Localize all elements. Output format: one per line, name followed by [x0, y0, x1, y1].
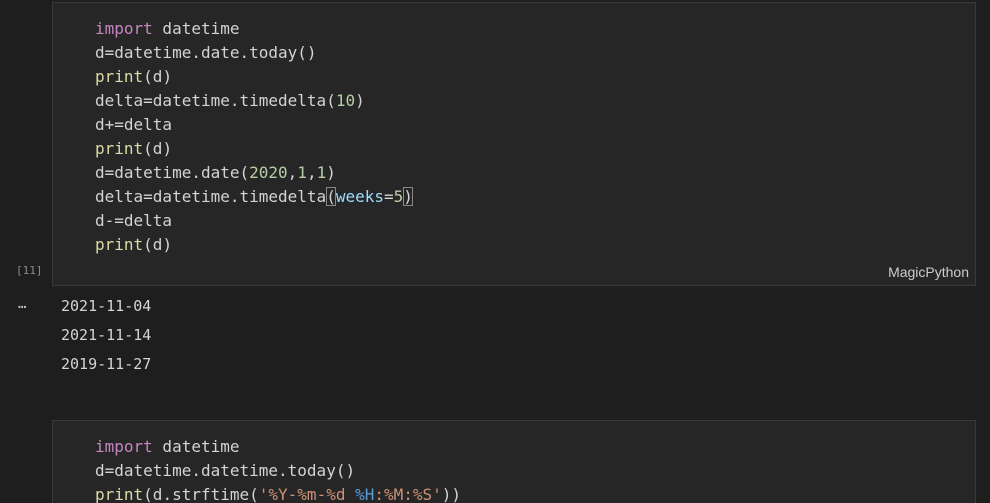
code-text: (d) [143, 235, 173, 254]
code-line-2[interactable]: d=datetime.datetime.today() [95, 459, 355, 483]
string-literal: :%M:%S' [374, 485, 442, 503]
code-line-9[interactable]: d-=delta [95, 209, 172, 233]
code-text: ) [355, 91, 365, 110]
code-text: datetime [152, 437, 240, 456]
keyword: import [95, 19, 153, 38]
code-line-4[interactable]: delta=datetime.timedelta(10) [95, 89, 365, 113]
parameter-name: weeks [335, 187, 384, 206]
number-literal: 5 [393, 187, 404, 206]
number-literal: 1 [297, 163, 307, 182]
execution-count: [11] [16, 264, 43, 277]
code-line-2[interactable]: d=datetime.date.today() [95, 41, 317, 65]
code-text: delta=datetime.timedelta [95, 187, 327, 206]
code-line-8[interactable]: delta=datetime.timedelta(weeks=5) [95, 185, 413, 209]
code-text: (d) [143, 67, 173, 86]
keyword: import [95, 437, 153, 456]
code-text: , [306, 163, 317, 182]
code-text: datetime [152, 19, 240, 38]
number-literal: 2020 [249, 163, 288, 182]
output-line: 2021-11-14 [61, 326, 152, 344]
code-line-5[interactable]: d+=delta [95, 113, 172, 137]
code-text: (d) [143, 139, 173, 158]
code-text: ) [326, 163, 336, 182]
number-literal: 10 [335, 91, 356, 110]
notebook: import datetime d=datetime.date.today() … [0, 0, 990, 503]
code-text: (d.strftime( [143, 485, 259, 503]
code-text: d=datetime.datetime.today() [95, 461, 356, 480]
function-name: print [95, 139, 144, 158]
code-cell-2[interactable]: import datetime d=datetime.datetime.toda… [52, 420, 976, 503]
code-line-1[interactable]: import datetime [95, 17, 240, 41]
function-name: print [95, 235, 144, 254]
code-text: = [384, 187, 394, 206]
code-text: )) [441, 485, 462, 503]
more-actions-icon[interactable]: … [18, 296, 27, 312]
code-text: delta=datetime.timedelta( [95, 91, 336, 110]
string-literal: '%Y-%m-%d [258, 485, 356, 503]
code-line-3[interactable]: print(d) [95, 65, 172, 89]
format-specifier: %H [355, 485, 375, 503]
code-line-1[interactable]: import datetime [95, 435, 240, 459]
code-text: d=datetime.date.today() [95, 43, 317, 62]
bracket-match-open: ( [326, 187, 336, 206]
output-line: 2021-11-04 [61, 297, 152, 315]
code-cell-1[interactable]: import datetime d=datetime.date.today() … [52, 2, 976, 286]
number-literal: 1 [316, 163, 327, 182]
code-text: d=datetime.date( [95, 163, 250, 182]
code-line-6[interactable]: print(d) [95, 137, 172, 161]
code-line-7[interactable]: d=datetime.date(2020,1,1) [95, 161, 336, 185]
code-line-10[interactable]: print(d) [95, 233, 172, 257]
function-name: print [95, 485, 144, 503]
output-line: 2019-11-27 [61, 355, 152, 373]
code-text: , [287, 163, 298, 182]
code-text: d+=delta [95, 115, 173, 134]
cell-language-indicator[interactable]: MagicPython [888, 264, 969, 280]
code-line-3[interactable]: print(d.strftime('%Y-%m-%d %H:%M:%S')) [95, 483, 461, 503]
code-text: d-=delta [95, 211, 173, 230]
function-name: print [95, 67, 144, 86]
bracket-match-close: ) [403, 187, 413, 206]
